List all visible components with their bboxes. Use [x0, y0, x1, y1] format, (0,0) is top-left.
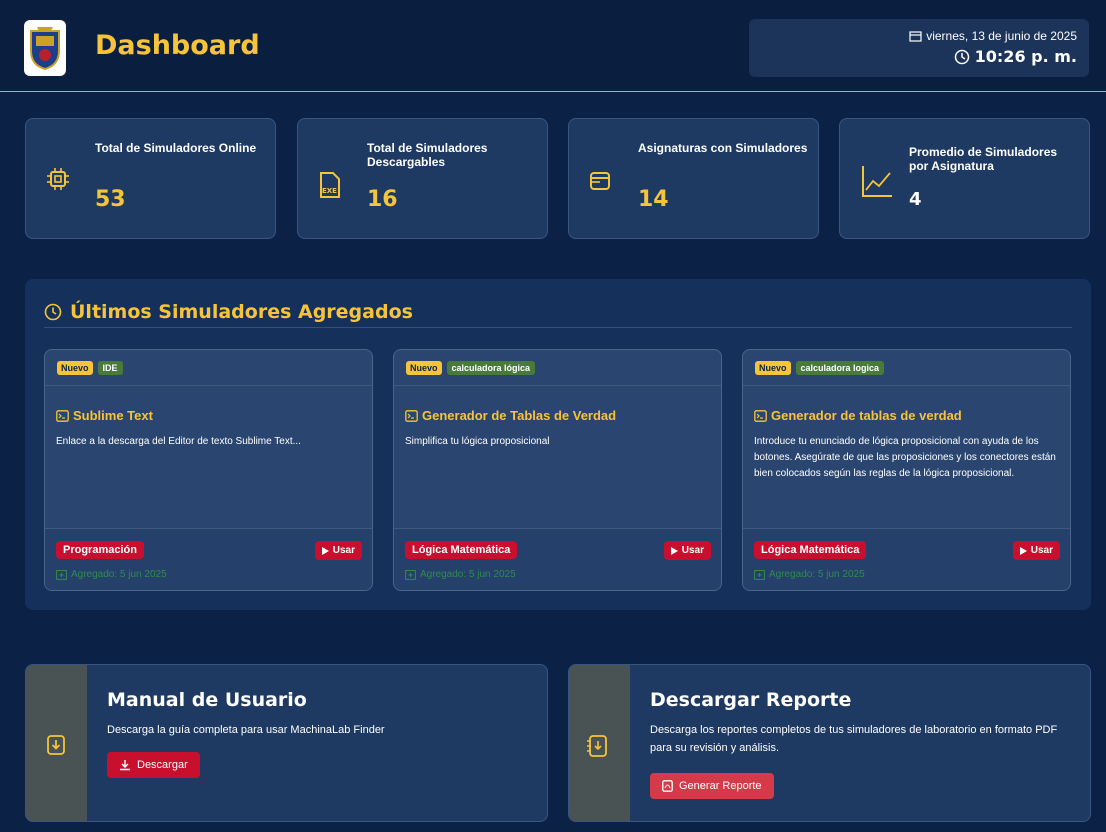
notebook-download-icon [587, 735, 607, 757]
added-date: Agregado: 5 jun 2025 [420, 569, 516, 580]
use-button[interactable]: Usar [314, 541, 362, 560]
added-date: Agregado: 5 jun 2025 [71, 569, 167, 580]
report-description: Descarga los reportes completos de tus s… [650, 724, 1058, 754]
latest-simulators-section: Últimos Simuladores Agregados Nuevo IDE … [25, 279, 1091, 610]
report-title: Descargar Reporte [650, 689, 852, 711]
subject-badge: Lógica Matemática [754, 541, 867, 559]
section-title: Últimos Simuladores Agregados [70, 301, 413, 323]
stat-card-subjects: Asignaturas con Simuladores 14 [568, 118, 819, 239]
simulator-card[interactable]: Nuevo IDE Sublime Text Enlace a la desca… [44, 349, 373, 591]
clock-icon [954, 49, 969, 64]
manual-description: Descarga la guía completa para usar Mach… [107, 724, 385, 736]
stat-label: Asignaturas con Simuladores [638, 141, 808, 155]
datetime-panel: viernes, 13 de junio de 2025 10:26 p. m. [749, 19, 1089, 77]
download-file-icon [47, 735, 65, 755]
category-badge: IDE [97, 361, 123, 375]
divider [44, 327, 1072, 328]
calendar-plus-icon [405, 570, 416, 580]
category-badge: calculadora logica [795, 361, 885, 375]
use-button[interactable]: Usar [663, 541, 711, 560]
clock-icon [44, 303, 62, 321]
stat-label: Total de Simuladores Online [95, 141, 257, 155]
university-logo[interactable] [24, 20, 66, 76]
stat-card-downloadable: EXE Total de Simuladores Descargables 16 [297, 118, 548, 239]
simulator-title: Sublime Text [73, 408, 153, 423]
download-button[interactable]: Descargar [107, 752, 200, 778]
new-badge: Nuevo [57, 361, 93, 375]
svg-text:EXE: EXE [322, 187, 337, 195]
report-card: Descargar Reporte Descarga los reportes … [568, 664, 1091, 822]
simulator-description: Introduce tu enunciado de lógica proposi… [754, 436, 1056, 479]
play-icon [321, 546, 329, 555]
play-icon [670, 546, 678, 555]
terminal-icon [56, 409, 69, 422]
simulator-card[interactable]: Nuevo calculadora lógica Generador de Ta… [393, 349, 722, 591]
download-icon [120, 760, 130, 771]
subject-badge: Lógica Matemática [405, 541, 518, 559]
generate-report-button[interactable]: Generar Reporte [650, 773, 774, 799]
category-badge: calculadora lógica [446, 361, 536, 375]
use-button[interactable]: Usar [1012, 541, 1060, 560]
line-chart-icon [862, 166, 892, 197]
stat-value: 53 [95, 187, 126, 212]
new-badge: Nuevo [755, 361, 791, 375]
play-icon [1019, 546, 1027, 555]
subject-badge: Programación [56, 541, 144, 559]
new-badge: Nuevo [406, 361, 442, 375]
simulator-title: Generador de Tablas de Verdad [422, 408, 617, 423]
current-time: 10:26 p. m. [974, 47, 1077, 66]
crest-icon [30, 27, 60, 71]
simulator-description: Enlace a la descarga del Editor de texto… [56, 436, 301, 447]
stat-value: 4 [909, 189, 922, 210]
page-title: Dashboard [95, 30, 260, 61]
current-date: viernes, 13 de junio de 2025 [926, 29, 1077, 43]
manual-card: Manual de Usuario Descarga la guía compl… [25, 664, 548, 822]
stat-value: 16 [367, 187, 398, 212]
stat-label: Total de Simuladores Descargables [367, 141, 488, 169]
calendar-icon [909, 31, 922, 42]
simulator-title: Generador de tablas de verdad [771, 408, 962, 423]
terminal-icon [754, 409, 767, 422]
exe-file-icon: EXE [320, 172, 340, 198]
simulator-card[interactable]: Nuevo calculadora logica Generador de ta… [742, 349, 1071, 591]
stat-label: Promedio de Simuladores por Asignatura [909, 145, 1058, 173]
browser-window-icon [590, 172, 610, 190]
stat-card-average: Promedio de Simuladores por Asignatura 4 [839, 118, 1090, 239]
chip-icon [47, 168, 69, 190]
stat-card-online: Total de Simuladores Online 53 [25, 118, 276, 239]
stat-value: 14 [638, 187, 669, 212]
calendar-plus-icon [754, 570, 765, 580]
simulator-description: Simplifica tu lógica proposicional [405, 436, 550, 447]
header: Dashboard viernes, 13 de junio de 2025 1… [0, 0, 1106, 92]
terminal-icon [405, 409, 418, 422]
calendar-plus-icon [56, 570, 67, 580]
added-date: Agregado: 5 jun 2025 [769, 569, 865, 580]
pdf-icon [662, 780, 673, 792]
manual-title: Manual de Usuario [107, 689, 307, 711]
